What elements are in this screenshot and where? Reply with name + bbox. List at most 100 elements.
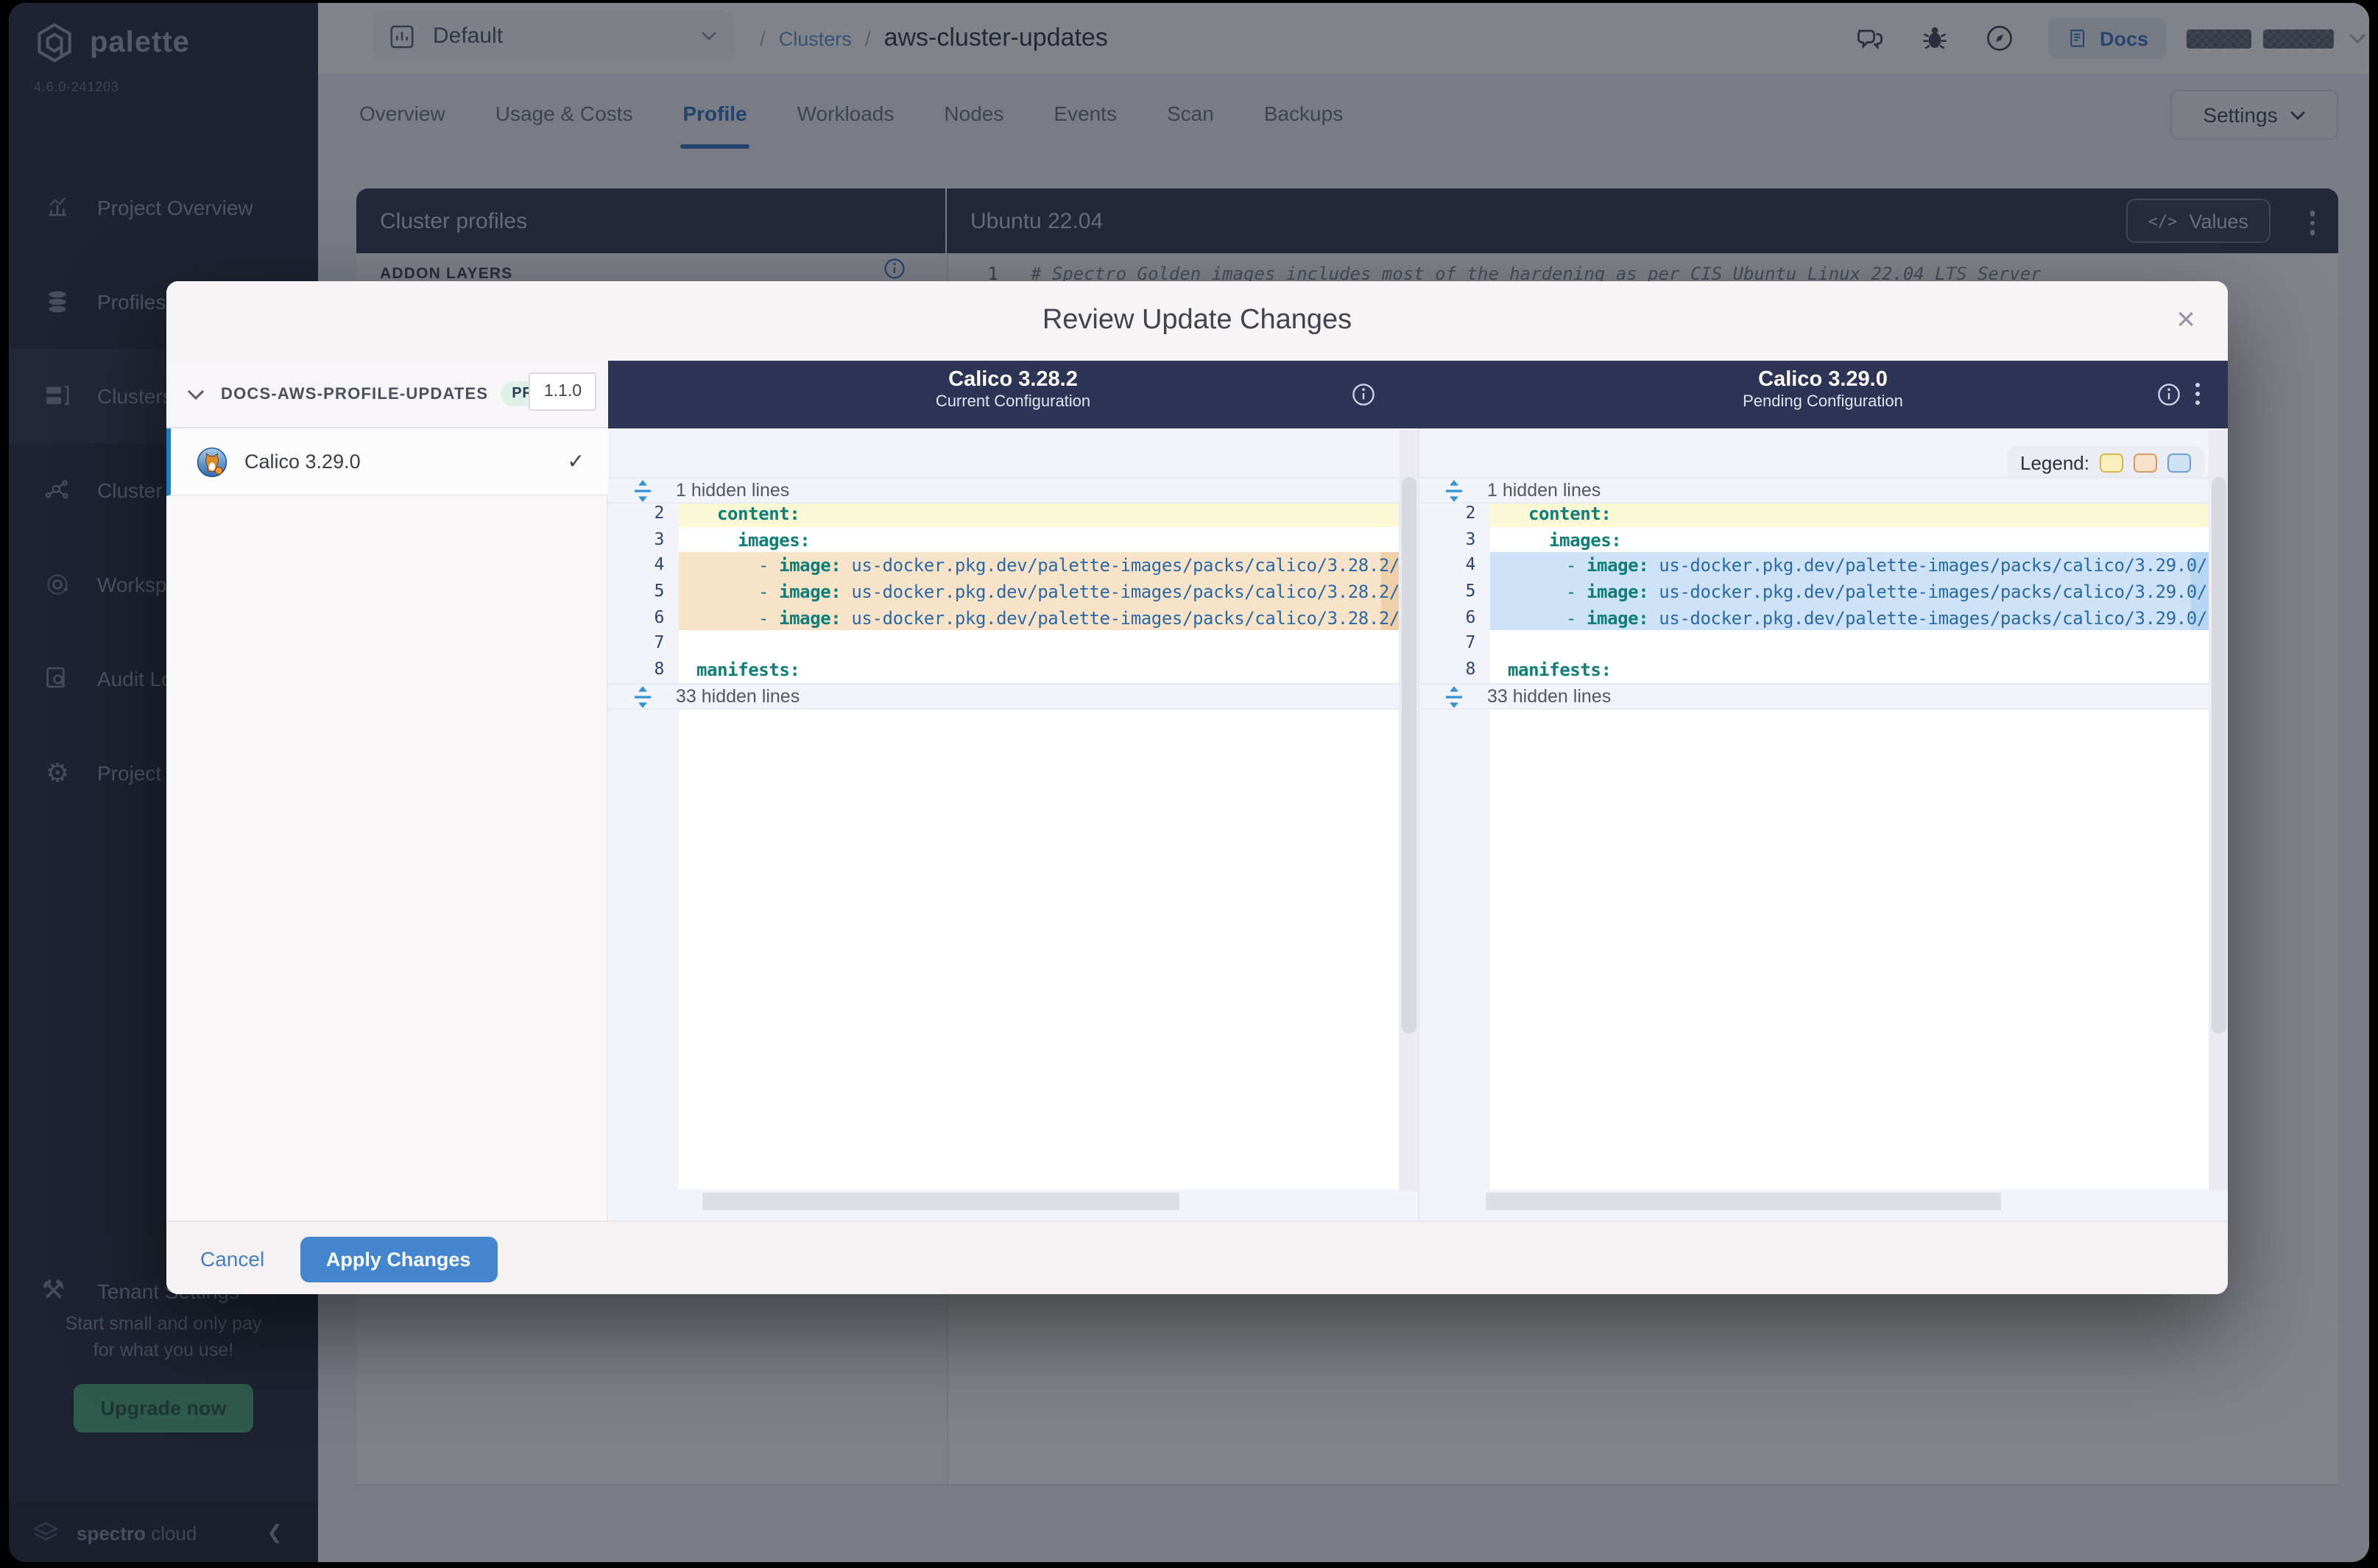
code-line: 3 images: — [1419, 526, 2228, 552]
chevron-down-icon — [187, 388, 205, 400]
hidden-lines-row[interactable]: 1 hidden lines — [1419, 477, 2228, 504]
code-lines-pending: 2 content: 3 images: 4 - image: us-docke… — [1419, 501, 2228, 683]
info-icon[interactable] — [2157, 383, 2181, 406]
code-line: 3 images: — [608, 526, 1418, 552]
horizontal-scrollbar-thumb[interactable] — [1486, 1193, 2001, 1210]
yaml-key-token: content: — [1528, 504, 1611, 524]
line-content — [679, 631, 1418, 657]
line-content: - image: us-docker.pkg.dev/palette-image… — [679, 553, 1418, 579]
yaml-key-token: image: — [779, 582, 841, 602]
current-pack-subtitle: Current Configuration — [608, 393, 1418, 411]
yaml-value-token: us-docker.pkg.dev/palette-images/packs/c… — [1659, 607, 2228, 628]
yaml-dash-token: - — [758, 607, 769, 628]
yaml-value-token: us-docker.pkg.dev/palette-images/packs/c… — [851, 582, 1400, 602]
cancel-button[interactable]: Cancel — [200, 1247, 264, 1271]
yaml-key-token: manifests: — [696, 660, 800, 680]
unfold-icon[interactable] — [633, 479, 652, 501]
modal-footer: Cancel Apply Changes — [166, 1221, 2228, 1294]
legend-label: Legend: — [2020, 452, 2089, 474]
profile-version[interactable]: 1.1.0 — [529, 372, 596, 411]
legend-added-swatch — [2167, 453, 2191, 473]
yaml-dash-token: - — [1566, 555, 1576, 576]
horizontal-scrollbar-thumb[interactable] — [702, 1193, 1179, 1210]
apply-changes-button[interactable]: Apply Changes — [300, 1236, 497, 1282]
yaml-key-token: content: — [717, 504, 800, 524]
line-number: 7 — [608, 631, 679, 657]
line-content — [1490, 631, 2228, 657]
line-content: - image: us-docker.pkg.dev/palette-image… — [1490, 553, 2228, 579]
yaml-key-token: image: — [1587, 582, 1648, 602]
code-line: 5 - image: us-docker.pkg.dev/palette-ima… — [1419, 579, 2228, 604]
info-icon[interactable] — [1352, 383, 1375, 406]
yaml-key-token: images: — [738, 529, 810, 550]
legend-removed-swatch — [2134, 453, 2157, 473]
code-line: 5 - image: us-docker.pkg.dev/palette-ima… — [608, 579, 1418, 604]
close-icon[interactable]: × — [2176, 300, 2195, 339]
line-number: 6 — [608, 605, 679, 631]
code-line: 8 manifests: — [608, 657, 1418, 682]
yaml-value-token: us-docker.pkg.dev/palette-images/packs/c… — [851, 607, 1400, 628]
yaml-dash-token: - — [758, 555, 769, 576]
unfold-icon[interactable] — [1444, 479, 1464, 501]
line-number: 3 — [1419, 526, 1490, 552]
profile-tree-header[interactable]: DOCS-AWS-PROFILE-UPDATES PROJ 1.1.0 — [166, 361, 608, 428]
current-config-header: Calico 3.28.2 Current Configuration — [608, 361, 1418, 428]
current-pack-title: Calico 3.28.2 — [608, 368, 1418, 392]
code-lines-current: 2 content: 3 images: 4 - image: us-docke… — [608, 501, 1418, 683]
kebab-menu-icon[interactable] — [2195, 383, 2200, 405]
yaml-key-token: image: — [1587, 555, 1648, 576]
pending-config-header: Calico 3.29.0 Pending Configuration — [1418, 361, 2228, 428]
yaml-dash-token: - — [758, 582, 769, 602]
hidden-lines-row[interactable]: 33 hidden lines — [1419, 683, 2228, 710]
pending-pack-title: Calico 3.29.0 — [1418, 368, 2228, 392]
line-number: 7 — [1419, 631, 1490, 657]
line-content: - image: us-docker.pkg.dev/palette-image… — [679, 579, 1418, 604]
scrollbar-thumb[interactable] — [1401, 477, 1416, 1034]
line-number: 4 — [1419, 553, 1490, 579]
hidden-lines-row[interactable]: 1 hidden lines — [608, 477, 1418, 504]
modal-title: Review Update Changes — [166, 305, 2228, 337]
code-line: 4 - image: us-docker.pkg.dev/palette-ima… — [1419, 553, 2228, 579]
line-content: - image: us-docker.pkg.dev/palette-image… — [1490, 605, 2228, 631]
yaml-key-token: manifests: — [1508, 660, 1612, 680]
review-update-changes-modal: Review Update Changes × DOCS-AWS-PROFILE… — [166, 281, 2228, 1294]
code-line: 2 content: — [1419, 501, 2228, 526]
line-content: manifests: — [1490, 657, 2228, 682]
yaml-value-token: us-docker.pkg.dev/palette-images/packs/c… — [851, 555, 1400, 576]
code-line: 7 — [1419, 631, 2228, 657]
vertical-scrollbar[interactable] — [1399, 430, 1418, 1191]
code-line: 8 manifests: — [1419, 657, 2228, 682]
profile-tree-panel: DOCS-AWS-PROFILE-UPDATES PROJ 1.1.0 Cali… — [166, 361, 608, 1221]
pack-item-calico[interactable]: Calico 3.29.0 ✓ — [166, 428, 608, 496]
hidden-lines-row[interactable]: 33 hidden lines — [608, 683, 1418, 710]
yaml-key-token: image: — [779, 555, 841, 576]
line-content: content: — [1490, 501, 2228, 526]
line-number: 2 — [1419, 501, 1490, 526]
hidden-lines-label: 33 hidden lines — [1487, 686, 1611, 707]
code-line: 6 - image: us-docker.pkg.dev/palette-ima… — [1419, 605, 2228, 631]
line-content: - image: us-docker.pkg.dev/palette-image… — [1490, 579, 2228, 604]
vertical-scrollbar[interactable] — [2209, 430, 2228, 1191]
yaml-key-token: images: — [1549, 529, 1621, 550]
line-content: manifests: — [679, 657, 1418, 682]
code-line: 7 — [608, 631, 1418, 657]
scrollbar-thumb[interactable] — [2211, 477, 2226, 1034]
hidden-lines-label: 1 hidden lines — [676, 480, 789, 501]
pending-pack-subtitle: Pending Configuration — [1418, 393, 2228, 411]
yaml-key-token: image: — [1587, 607, 1648, 628]
line-content: images: — [679, 526, 1418, 552]
code-line: 2 content: — [608, 501, 1418, 526]
line-number: 8 — [1419, 657, 1490, 682]
line-number: 2 — [608, 501, 679, 526]
yaml-key-token: image: — [779, 607, 841, 628]
line-number: 4 — [608, 553, 679, 579]
hidden-lines-label: 33 hidden lines — [676, 686, 800, 707]
check-icon: ✓ — [568, 449, 585, 474]
unfold-icon[interactable] — [1444, 685, 1464, 707]
hidden-lines-label: 1 hidden lines — [1487, 480, 1601, 501]
diff-panel-current: 2 content: 3 images: 4 - image: us-docke… — [608, 428, 1418, 1221]
line-content: images: — [1490, 526, 2228, 552]
unfold-icon[interactable] — [633, 685, 652, 707]
stage: palette 4.6.0-241203 Project Overview Pr… — [0, 0, 2378, 1568]
modal-titlebar: Review Update Changes × — [166, 281, 2228, 362]
